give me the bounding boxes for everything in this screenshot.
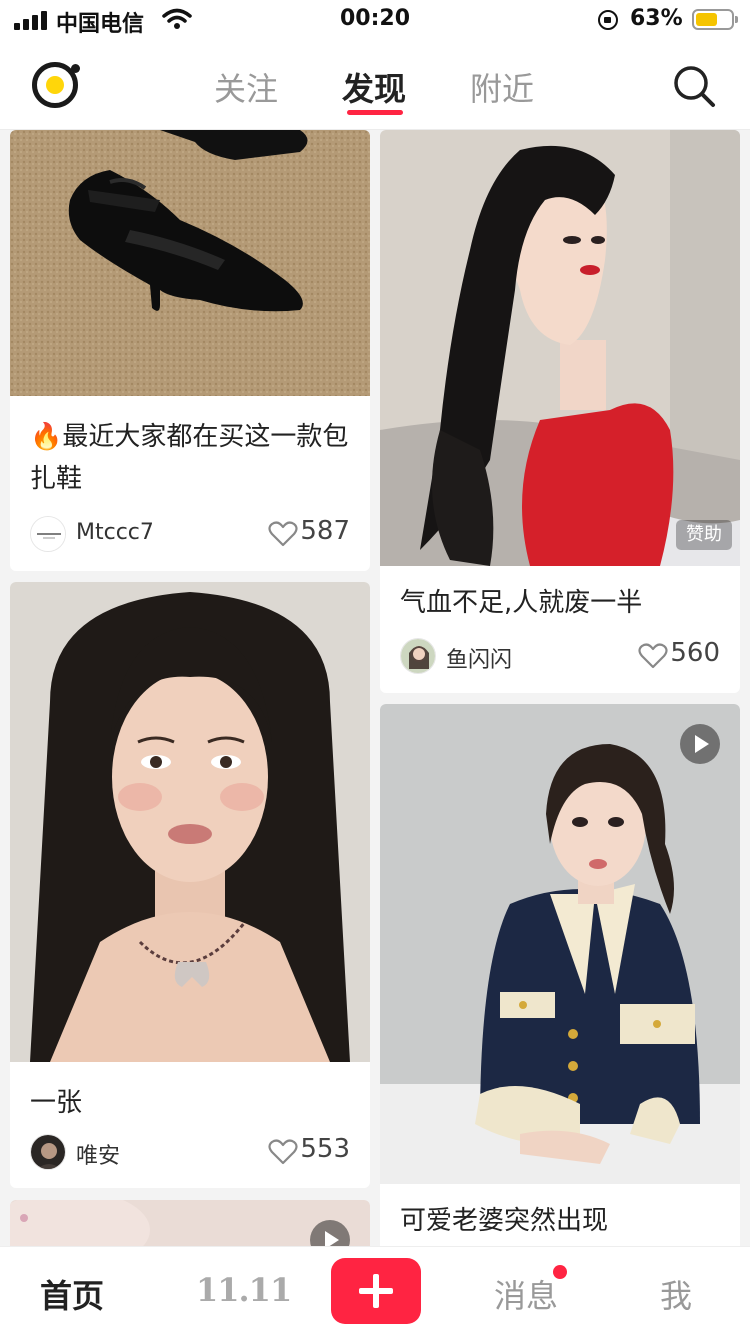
note-title[interactable]: 可爱老婆突然出现	[400, 1200, 720, 1242]
active-tab-indicator	[347, 110, 403, 115]
note-meta: 鱼闪闪 560	[400, 638, 720, 678]
bottom-nav: 首页 11.11 消息 我	[0, 1246, 750, 1334]
note-card[interactable]: 赞助 气血不足,人就废一半 鱼闪闪 560	[380, 130, 740, 693]
app-logo-icon[interactable]	[32, 62, 80, 108]
heart-icon[interactable]	[268, 1138, 298, 1166]
heart-icon[interactable]	[638, 642, 668, 670]
unread-dot	[553, 1265, 567, 1279]
author-name[interactable]: 唯安	[76, 1138, 120, 1170]
like-count: 587	[300, 516, 350, 546]
note-title[interactable]: 一张	[30, 1082, 350, 1124]
note-meta: Mtccc7 587	[30, 516, 350, 556]
note-cover-image[interactable]	[10, 130, 370, 396]
author-name[interactable]: Mtccc7	[76, 520, 154, 545]
tab-nearby[interactable]: 附近	[470, 64, 534, 110]
note-cover-image[interactable]	[380, 704, 740, 1184]
note-meta: 唯安 553	[30, 1134, 350, 1174]
tab-discover[interactable]: 发现	[342, 64, 406, 110]
post-button[interactable]	[331, 1258, 421, 1324]
like-count: 560	[670, 638, 720, 668]
note-card[interactable]: 可爱老婆突然出现	[380, 704, 740, 1260]
top-nav: 关注 发现 附近	[0, 40, 750, 130]
tab-promo[interactable]: 11.11	[196, 1271, 292, 1309]
note-title[interactable]: 气血不足,人就废一半	[400, 582, 720, 624]
note-card[interactable]: 一张 唯安 553	[10, 582, 370, 1188]
author-avatar[interactable]	[30, 516, 66, 552]
author-avatar[interactable]	[400, 638, 436, 674]
battery-icon	[692, 9, 738, 30]
tab-me[interactable]: 我	[660, 1271, 692, 1317]
tab-home[interactable]: 首页	[40, 1271, 104, 1317]
rotation-lock-icon	[598, 10, 618, 30]
heart-icon[interactable]	[268, 520, 298, 548]
battery-percent: 63%	[630, 6, 683, 31]
status-bar: 中国电信 00:20 63%	[0, 0, 750, 40]
note-cover-image[interactable]	[10, 582, 370, 1062]
author-avatar[interactable]	[30, 1134, 66, 1170]
sponsored-badge: 赞助	[676, 520, 732, 550]
tab-follow[interactable]: 关注	[214, 64, 278, 110]
note-cover-image[interactable]	[380, 130, 740, 566]
like-count: 553	[300, 1134, 350, 1164]
tab-messages[interactable]: 消息	[494, 1271, 558, 1317]
search-icon[interactable]	[672, 64, 716, 108]
note-title[interactable]: 🔥最近大家都在买这一款包扎鞋	[30, 416, 350, 500]
author-name[interactable]: 鱼闪闪	[446, 642, 512, 674]
note-card[interactable]: 🔥最近大家都在买这一款包扎鞋 Mtccc7 587	[10, 130, 370, 571]
play-icon	[680, 724, 720, 764]
battery-level	[696, 13, 717, 26]
